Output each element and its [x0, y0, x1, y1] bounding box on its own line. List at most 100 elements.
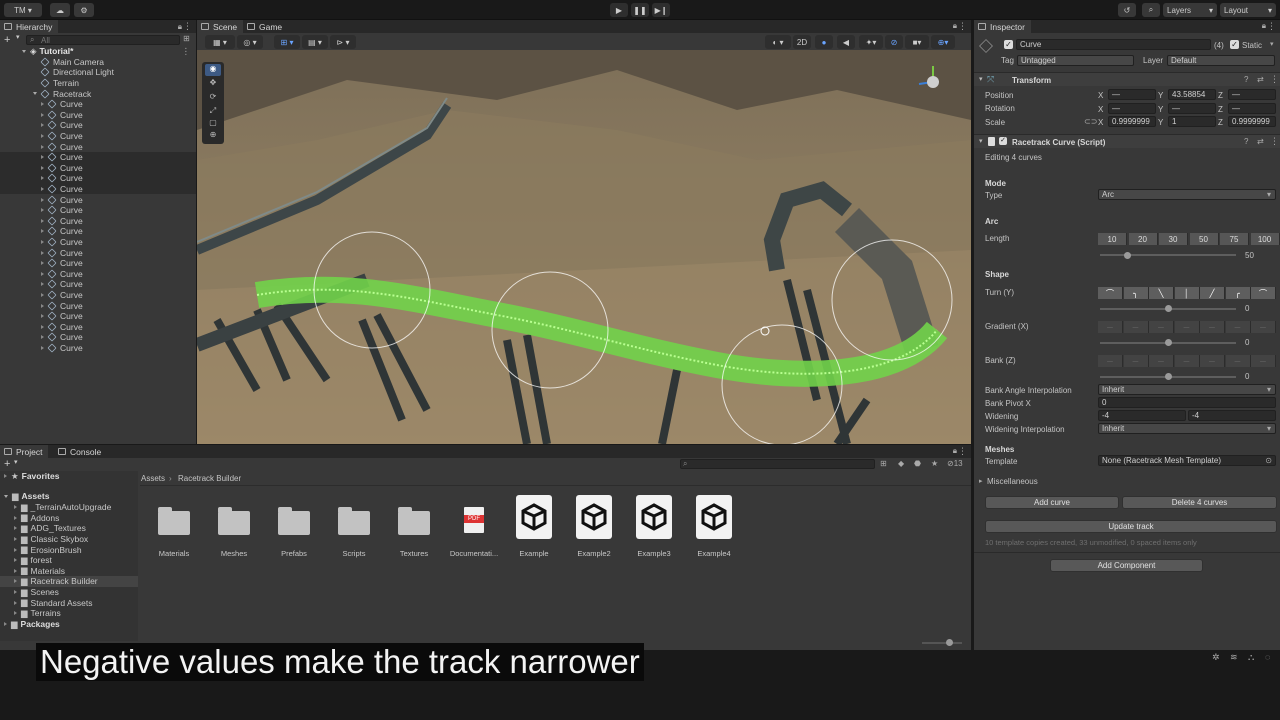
- step-button[interactable]: ▶❙: [652, 3, 670, 17]
- bank-preset-icon[interactable]: ─: [1200, 355, 1225, 367]
- foldout-arrow-icon[interactable]: ▾: [979, 137, 983, 145]
- zoom-slider-knob[interactable]: [946, 639, 953, 646]
- hierarchy-item-curve[interactable]: Curve: [0, 141, 196, 152]
- object-picker-icon[interactable]: ⊙: [1265, 456, 1272, 465]
- rot-x-field[interactable]: —: [1108, 103, 1156, 114]
- kebab-menu-icon[interactable]: ⋮: [958, 21, 967, 32]
- length-value[interactable]: 50: [1245, 251, 1254, 260]
- script-enabled-checkbox[interactable]: ✓: [999, 137, 1007, 145]
- shading-dropdown[interactable]: ◐ ▾: [765, 35, 791, 49]
- project-folder-item[interactable]: ▆ Standard Assets: [0, 597, 138, 608]
- turn-preset-icon[interactable]: ╲: [1149, 287, 1174, 299]
- static-checkbox[interactable]: ✓: [1230, 40, 1239, 49]
- length-preset-button[interactable]: 75: [1220, 233, 1249, 245]
- asset-item[interactable]: Example3: [624, 487, 684, 559]
- expand-arrow-icon[interactable]: [41, 155, 44, 160]
- toggle-2d-button[interactable]: 2D: [793, 35, 811, 49]
- active-checkbox[interactable]: ✓: [1004, 40, 1013, 49]
- misc-foldout[interactable]: Miscellaneous: [987, 477, 1038, 486]
- tab-project[interactable]: Project: [0, 445, 49, 458]
- turn-preset-icon[interactable]: │: [1174, 287, 1200, 299]
- scl-x-field[interactable]: 0.9999999: [1108, 116, 1156, 127]
- project-search-input[interactable]: [680, 459, 875, 469]
- expand-arrow-icon[interactable]: [14, 579, 17, 584]
- kebab-menu-icon[interactable]: ⋮: [1270, 74, 1279, 85]
- expand-arrow-icon[interactable]: [14, 547, 17, 552]
- render-mode-dropdown[interactable]: ◎ ▾: [237, 35, 263, 49]
- turn-slider-knob[interactable]: [1165, 305, 1172, 312]
- hierarchy-item[interactable]: Directional Light: [0, 67, 196, 78]
- hierarchy-item-curve[interactable]: Curve: [0, 332, 196, 343]
- expand-arrow-icon[interactable]: [41, 240, 44, 245]
- expand-arrow-icon[interactable]: [41, 218, 44, 223]
- play-button[interactable]: ▶: [610, 3, 628, 17]
- bank-preset-icon[interactable]: ─: [1098, 355, 1123, 367]
- expand-arrow-icon[interactable]: [41, 134, 44, 139]
- account-dropdown[interactable]: TM ▾: [4, 3, 42, 17]
- hierarchy-item[interactable]: Racetrack: [0, 88, 196, 99]
- expand-arrow-icon[interactable]: [41, 346, 44, 351]
- rot-y-field[interactable]: —: [1168, 103, 1216, 114]
- project-folder-item[interactable]: ▆ Terrains: [0, 608, 138, 619]
- expand-arrow-icon[interactable]: [41, 165, 44, 170]
- asset-item[interactable]: Textures: [384, 487, 444, 559]
- grid-dropdown[interactable]: ▤ ▾: [302, 35, 328, 49]
- hierarchy-item[interactable]: Main Camera: [0, 57, 196, 68]
- help-icon[interactable]: ?: [1244, 75, 1248, 84]
- presets-icon[interactable]: ⇄: [1257, 137, 1264, 146]
- expand-arrow-icon[interactable]: [41, 271, 44, 276]
- lock-icon[interactable]: 🔒︎: [953, 21, 957, 31]
- bank-preset-icon[interactable]: ─: [1149, 355, 1174, 367]
- lock-icon[interactable]: 🔒︎: [1262, 21, 1266, 31]
- project-folder-item[interactable]: ▆ Addons: [0, 512, 138, 524]
- hierarchy-item-curve[interactable]: Curve: [0, 183, 196, 195]
- progress-icon[interactable]: ◌: [1265, 652, 1270, 662]
- expand-arrow-icon[interactable]: [41, 102, 44, 107]
- length-slider-knob[interactable]: [1124, 252, 1131, 259]
- project-folder-item[interactable]: ▆ Materials: [0, 565, 138, 577]
- tab-inspector[interactable]: Inspector: [974, 20, 1031, 33]
- favorite-icon[interactable]: ★: [931, 459, 938, 468]
- add-icon[interactable]: +: [4, 34, 10, 46]
- hierarchy-item-curve[interactable]: Curve: [0, 110, 196, 121]
- scene-row[interactable]: ◈ Tutorial* ⋮: [0, 46, 196, 57]
- expand-arrow-icon[interactable]: [14, 526, 17, 531]
- widening-interp-dropdown[interactable]: Inherit ▾: [1098, 423, 1276, 434]
- type-dropdown[interactable]: Arc ▾: [1098, 189, 1276, 200]
- layers-icon[interactable]: ≋: [1230, 652, 1238, 663]
- project-folder-item[interactable]: ▆ Scenes: [0, 587, 138, 598]
- add-dropdown-icon[interactable]: ▾: [14, 458, 18, 466]
- update-track-button[interactable]: Update track: [985, 520, 1277, 533]
- hierarchy-item-curve[interactable]: Curve: [0, 120, 196, 131]
- expand-arrow-icon[interactable]: [33, 92, 37, 96]
- script-header[interactable]: ▾ ✓ Racetrack Curve (Script) ? ⇄ ⋮: [974, 134, 1280, 148]
- hierarchy-search-input[interactable]: All: [26, 35, 180, 45]
- tag-icon[interactable]: ⬣: [914, 459, 921, 468]
- asset-item[interactable]: Scripts: [324, 487, 384, 559]
- template-field[interactable]: None (Racetrack Mesh Template) ⊙: [1098, 455, 1276, 466]
- expand-arrow-icon[interactable]: [4, 622, 7, 627]
- hierarchy-item-curve[interactable]: Curve: [0, 194, 196, 205]
- expand-arrow-icon[interactable]: [41, 335, 44, 340]
- expand-arrow-icon[interactable]: [41, 282, 44, 287]
- add-curve-button[interactable]: Add curve: [985, 496, 1119, 509]
- gradient-preset-icon[interactable]: ─: [1123, 321, 1149, 333]
- scale-tool-icon[interactable]: ⤢: [205, 106, 221, 118]
- expand-arrow-icon[interactable]: [22, 49, 26, 53]
- hierarchy-item-curve[interactable]: Curve: [0, 247, 196, 258]
- object-name-field[interactable]: Curve: [1016, 39, 1211, 50]
- hierarchy-item-curve[interactable]: Curve: [0, 258, 196, 269]
- expand-arrow-icon[interactable]: [41, 112, 44, 117]
- gradient-preset-icon[interactable]: ─: [1251, 321, 1276, 333]
- kebab-menu-icon[interactable]: ⋮: [183, 21, 192, 32]
- gradient-preset-icon[interactable]: ─: [1098, 321, 1123, 333]
- hidden-objects-icon[interactable]: ⊘: [885, 35, 903, 49]
- kebab-menu-icon[interactable]: ⋮: [1267, 21, 1276, 32]
- gradient-preset-icon[interactable]: ─: [1225, 321, 1251, 333]
- rect-tool-icon[interactable]: ▢: [205, 118, 221, 130]
- add-dropdown-icon[interactable]: ▾: [16, 33, 20, 41]
- camera-dropdown[interactable]: ■▾: [905, 35, 929, 49]
- expand-arrow-icon[interactable]: [14, 568, 17, 573]
- network-icon[interactable]: ⛬: [1248, 652, 1254, 663]
- scene-viewport[interactable]: ◉ ✥ ⟳ ⤢ ▢ ⊕: [197, 50, 971, 444]
